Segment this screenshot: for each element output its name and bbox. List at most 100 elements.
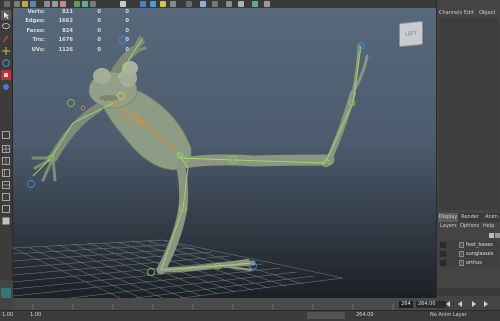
frog-model[interactable] (31, 36, 369, 275)
shading-icon[interactable] (120, 1, 126, 7)
play-back-icon (458, 301, 462, 307)
playback-start-field[interactable]: 1.00 (30, 312, 41, 318)
file-icon[interactable] (14, 1, 20, 7)
channel-box[interactable] (439, 18, 499, 210)
lights-icon[interactable] (160, 1, 166, 7)
current-frame-marker: 264 (399, 301, 413, 308)
visibility-toggle[interactable] (440, 242, 446, 248)
hud-label: Faces: (26, 27, 46, 34)
hud-value: 0 (125, 9, 129, 15)
textured-icon[interactable] (150, 1, 156, 7)
menu-edit[interactable]: Edit (464, 10, 474, 16)
four-view-icon[interactable] (1, 144, 11, 154)
rotate-tool-icon[interactable] (1, 58, 11, 68)
visibility-toggle[interactable] (440, 260, 446, 266)
hud-value: 0 (125, 18, 129, 25)
outliner-layout-icon[interactable] (1, 168, 11, 178)
layer-color-swatch[interactable] (459, 260, 464, 266)
hud-value: 0 (97, 37, 101, 44)
hypershade-layout-icon[interactable] (1, 180, 11, 190)
layer-list: feet_bases sunglasses orthos (439, 241, 499, 268)
snap-point-icon[interactable] (60, 1, 66, 7)
tab-render[interactable]: Render (460, 213, 480, 222)
save-icon[interactable] (30, 1, 36, 7)
open-icon[interactable] (22, 1, 28, 7)
menu-layers[interactable]: Layers (440, 223, 457, 229)
layer-row[interactable]: feet_bases (439, 241, 499, 249)
dope-sheet-layout-icon[interactable] (1, 204, 11, 214)
tab-anim[interactable]: Anim (482, 213, 500, 222)
layer-color-swatch[interactable] (459, 242, 464, 248)
tab-display[interactable]: Display (438, 213, 458, 222)
hud-row-edges: Edges: 1662 0 0 (19, 17, 129, 26)
hud-value: 0 (97, 9, 101, 15)
shadows-icon[interactable] (170, 1, 176, 7)
layer-editor-tabs: Display Render Anim (437, 213, 500, 222)
time-slider[interactable] (13, 298, 436, 310)
new-layer-icon (489, 233, 494, 238)
range-slider-handle[interactable] (307, 312, 345, 319)
layer-row[interactable]: sunglasses (439, 250, 499, 258)
new-layer-selected-icon (495, 233, 500, 238)
grid-toggle-icon[interactable] (212, 1, 218, 7)
layer-editor-scrollbar[interactable] (437, 288, 500, 296)
select-tool-icon[interactable] (1, 10, 11, 20)
hud-value: 0 (125, 37, 129, 44)
layer-editor-menu: Layers Options Help (437, 222, 500, 231)
persp-graph-icon[interactable] (1, 156, 11, 166)
range-start-field[interactable]: 1.00 (2, 312, 13, 318)
menu-options[interactable]: Options (460, 223, 479, 229)
hud-value: 1676 (58, 37, 73, 44)
snap-grid-icon[interactable] (44, 1, 50, 7)
goto-end-icon (484, 301, 488, 307)
single-view-icon[interactable] (1, 130, 11, 140)
layer-name[interactable]: feet_bases (466, 241, 493, 249)
paint-select-icon[interactable] (1, 34, 11, 44)
playback-end-field[interactable]: 264.00 (356, 312, 374, 318)
hud-icon[interactable] (238, 1, 244, 7)
current-frame-field[interactable]: 264.00 (416, 301, 446, 308)
poly-count-hud: Verts: 811 0 0 Edges: 1662 0 0 Faces: 824 0 0 Tri… (19, 8, 129, 55)
graph-layout-icon[interactable] (1, 192, 11, 202)
layer-color-swatch[interactable] (459, 251, 464, 257)
range-slider[interactable] (0, 310, 500, 321)
panel-icon[interactable] (264, 1, 270, 7)
skeleton[interactable] (32, 37, 362, 271)
layout-icon[interactable] (252, 1, 258, 7)
hud-value: 0 (125, 46, 129, 53)
menu-channels[interactable]: Channels (439, 10, 462, 16)
hud-row-tris: Tris: 1676 0 0 (19, 36, 129, 45)
visibility-toggle[interactable] (440, 251, 446, 257)
menu-help[interactable]: Help (483, 223, 494, 229)
select-mode-icon[interactable] (4, 1, 10, 7)
view-cube[interactable]: LEFT (399, 20, 423, 48)
toolbox (0, 8, 13, 298)
hud-value: 0 (97, 27, 101, 34)
isolate-icon[interactable] (186, 1, 192, 7)
custom-layout-icon[interactable] (1, 216, 11, 226)
menu-object[interactable]: Object (479, 10, 495, 16)
render-view-icon[interactable] (1, 288, 11, 298)
layer-row[interactable]: orthos (439, 259, 499, 267)
hud-value: 811 (62, 9, 73, 15)
scale-tool-icon[interactable] (1, 70, 11, 80)
camera-icon[interactable] (226, 1, 232, 7)
ipr-icon[interactable] (82, 1, 88, 7)
snap-curve-icon[interactable] (52, 1, 58, 7)
manipulator-icon[interactable] (1, 82, 11, 92)
anim-layer-selector[interactable]: No Anim Layer (430, 312, 467, 318)
hud-row-uvs: UVs: 1126 0 0 (19, 46, 129, 55)
layer-name[interactable]: sunglasses (466, 250, 493, 258)
render-icon[interactable] (74, 1, 80, 7)
wireframe-icon[interactable] (140, 1, 146, 7)
channel-box-layer-editor: Channels Edit Object Display Render Anim… (436, 0, 500, 298)
channel-box-menu: Channels Edit Object (437, 8, 500, 18)
render-settings-icon[interactable] (90, 1, 96, 7)
layer-name[interactable]: orthos (466, 259, 482, 267)
lasso-tool-icon[interactable] (1, 22, 11, 32)
hud-label: UVs: (31, 46, 45, 53)
move-tool-icon[interactable] (1, 46, 11, 56)
hud-value: 1662 (58, 18, 73, 25)
xray-icon[interactable] (200, 1, 206, 7)
perspective-viewport[interactable]: Verts: 811 0 0 Edges: 1662 0 0 Faces: 824 0 0 Tri… (13, 8, 436, 298)
